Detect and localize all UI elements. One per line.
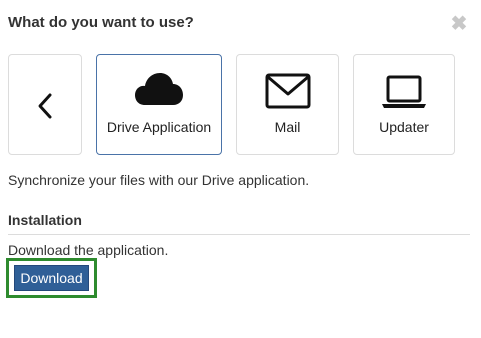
option-updater[interactable]: Updater	[353, 54, 455, 155]
description-text: Synchronize your files with our Drive ap…	[8, 172, 310, 188]
option-label: Updater	[379, 119, 429, 135]
installation-heading: Installation	[8, 212, 82, 228]
download-button-highlight: Download	[6, 258, 97, 298]
option-drive-application[interactable]: Drive Application	[96, 54, 222, 155]
option-label: Mail	[274, 119, 301, 135]
option-mail[interactable]: Mail	[236, 54, 339, 155]
chevron-left-icon	[38, 93, 52, 119]
download-button[interactable]: Download	[14, 265, 89, 291]
option-label: Drive Application	[106, 119, 212, 135]
dialog-title: What do you want to use?	[8, 14, 194, 31]
installation-text: Download the application.	[8, 242, 169, 258]
section-divider	[8, 234, 470, 235]
cloud-icon	[135, 73, 183, 105]
close-icon[interactable]: ✖	[450, 13, 468, 35]
back-button[interactable]	[8, 54, 82, 155]
envelope-icon	[265, 73, 310, 109]
laptop-icon	[382, 75, 426, 108]
